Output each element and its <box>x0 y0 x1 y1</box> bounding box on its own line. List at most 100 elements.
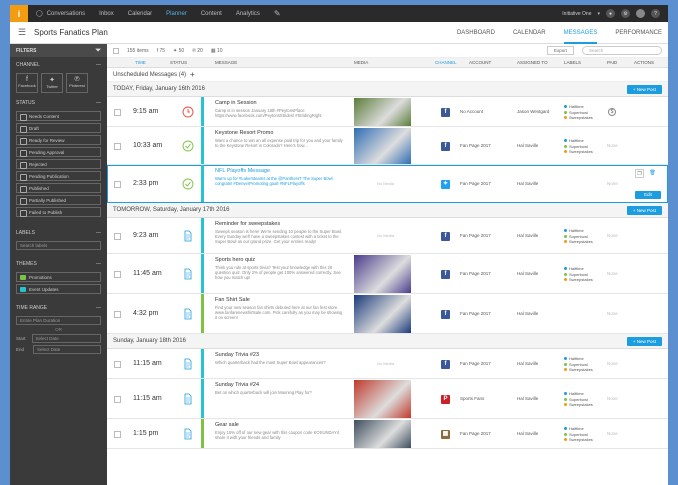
channel-pinterest[interactable]: ℗ Pinterest <box>66 73 88 93</box>
status-published[interactable]: Published <box>16 183 101 193</box>
nav-calendar[interactable]: Calendar <box>128 11 152 17</box>
row-checkbox[interactable] <box>114 232 121 240</box>
table-row[interactable]: 4:32 pm Fan Shirt Sale Find your new seaso… <box>107 294 668 334</box>
theme-event-updates[interactable]: Event Updates <box>16 284 101 294</box>
col-account[interactable]: ACCOUNT <box>469 60 491 65</box>
tab-dashboard[interactable]: DASHBOARD <box>457 22 495 44</box>
table-row[interactable]: 11:45 am Sports hero quiz Think you rule a… <box>107 254 668 294</box>
unscheduled-messages[interactable]: Unscheduled Messages (4) + <box>107 68 668 82</box>
tab-calendar[interactable]: CALENDAR <box>513 22 546 44</box>
row-checkbox[interactable] <box>114 142 121 150</box>
message-title[interactable]: Gear sale <box>215 422 239 428</box>
media-thumbnail[interactable] <box>354 380 411 418</box>
row-checkbox[interactable] <box>114 395 121 403</box>
status-pending-approval[interactable]: Pending Approval <box>16 147 101 157</box>
collapse-icon[interactable]: — <box>96 305 101 311</box>
collapse-icon[interactable]: — <box>96 230 101 236</box>
message-title[interactable]: NFL Playoffs Message <box>215 168 270 174</box>
nav-analytics[interactable]: Analytics <box>236 11 260 17</box>
message-title[interactable]: Sunday Trivia #24 <box>215 382 259 388</box>
status-rejected[interactable]: Rejected <box>16 159 101 169</box>
select-all-checkbox[interactable] <box>113 47 119 54</box>
new-post-button[interactable]: + New Post <box>626 85 662 94</box>
col-channel[interactable]: CHANNEL <box>435 60 457 65</box>
end-date-input[interactable]: Select Date <box>33 345 101 354</box>
row-checkbox[interactable] <box>114 430 121 438</box>
nav-content[interactable]: Content <box>201 11 222 17</box>
add-icon[interactable]: + <box>190 70 195 79</box>
status-needs-content[interactable]: Needs Content <box>16 111 101 121</box>
trash-icon[interactable]: 🗑 <box>648 169 657 178</box>
time-range-section[interactable]: TIME RANGE — <box>10 302 107 314</box>
compose-icon[interactable]: ✎ <box>274 9 281 18</box>
message-title[interactable]: Sunday Trivia #23 <box>215 352 259 358</box>
col-actions[interactable]: ACTIONS <box>634 60 654 65</box>
message-title[interactable]: Keystone Resort Promo <box>215 130 273 136</box>
nav-planner[interactable]: Planner <box>166 11 187 17</box>
message-title[interactable]: Reminder for sweepstakes <box>215 221 280 227</box>
status-partially-published[interactable]: Partially Published <box>16 195 101 205</box>
media-thumbnail[interactable] <box>354 255 411 293</box>
new-post-button[interactable]: + New Post <box>626 337 662 346</box>
table-row[interactable]: 11:15 am Sunday Trivia #23 Which quarterba… <box>107 349 668 379</box>
table-row[interactable]: 9:23 am Reminder for sweepstakes Sweeps se… <box>107 218 668 254</box>
row-checkbox[interactable] <box>114 108 121 116</box>
message-title[interactable]: Camp in Session <box>215 100 257 106</box>
channel-facebook[interactable]: f Facebook <box>16 73 38 93</box>
new-post-button[interactable]: + New Post <box>626 206 662 215</box>
avatar[interactable] <box>636 9 645 18</box>
message-title[interactable]: Fan Shirt Sale <box>215 297 250 303</box>
message-title[interactable]: Sports hero quiz <box>215 257 255 263</box>
tab-messages[interactable]: MESSAGES <box>563 22 598 44</box>
row-checkbox[interactable] <box>114 270 121 278</box>
col-labels[interactable]: LABELS <box>564 60 581 65</box>
col-assigned[interactable]: ASSIGNED TO <box>517 60 548 65</box>
search-input[interactable]: Search <box>582 46 662 55</box>
col-media[interactable]: MEDIA <box>354 60 368 65</box>
channel-section[interactable]: CHANNEL — <box>10 59 107 71</box>
table-row[interactable]: 2:33 pm NFL Playoffs Message Warm up for #… <box>107 165 668 203</box>
time-range-select[interactable]: Entire Plan Duration <box>16 316 101 325</box>
row-checkbox[interactable] <box>114 180 121 188</box>
edit-button[interactable]: Edit <box>635 191 661 199</box>
nav-inbox[interactable]: Inbox <box>99 11 114 17</box>
table-row[interactable]: 1:15 pm Gear sale Enjoy 15% off of our new… <box>107 419 668 449</box>
labels-search-input[interactable]: Search labels <box>16 241 101 250</box>
media-thumbnail[interactable] <box>354 128 411 164</box>
status-failed-to-publish[interactable]: Failed to Publish <box>16 207 101 217</box>
start-date-input[interactable]: Select Date <box>31 334 101 343</box>
duplicate-icon[interactable]: ❐ <box>635 169 644 178</box>
theme-promotions[interactable]: Promotions <box>16 272 101 282</box>
themes-section[interactable]: THEMES — <box>10 258 107 270</box>
menu-icon[interactable]: ☰ <box>18 27 28 38</box>
row-checkbox[interactable] <box>114 310 121 318</box>
row-checkbox[interactable] <box>114 360 121 368</box>
col-time[interactable]: TIME <box>135 60 146 65</box>
tab-performance[interactable]: PERFORMANCE <box>615 22 662 44</box>
status-pending-publication[interactable]: Pending Publication <box>16 171 101 181</box>
status-ready-for-review[interactable]: Ready for Review <box>16 135 101 145</box>
table-row[interactable]: 11:15 am Sunday Trivia #24 Bet on which qu… <box>107 379 668 419</box>
media-thumbnail[interactable] <box>354 420 411 448</box>
col-paid[interactable]: PAID <box>607 60 617 65</box>
media-thumbnail[interactable] <box>354 98 411 126</box>
collapse-icon[interactable]: — <box>96 62 101 68</box>
settings-icon[interactable]: ⚙ <box>621 9 630 18</box>
col-message[interactable]: MESSAGE <box>215 60 237 65</box>
status-draft[interactable]: Draft <box>16 123 101 133</box>
filter-icon[interactable]: ⏷ <box>95 47 101 55</box>
table-row[interactable]: 9:15 am Camp in Session Camp is in session… <box>107 97 668 127</box>
export-button[interactable]: Export <box>546 46 574 55</box>
status-section[interactable]: STATUS — <box>10 97 107 109</box>
table-row[interactable]: 10:33 am Keystone Resort Promo Want a chan… <box>107 127 668 165</box>
collapse-icon[interactable]: — <box>96 261 101 267</box>
col-status[interactable]: STATUS <box>170 60 187 65</box>
app-logo[interactable]: i <box>10 5 28 22</box>
labels-section[interactable]: LABELS — <box>10 227 107 239</box>
collapse-icon[interactable]: — <box>96 100 101 106</box>
channel-twitter[interactable]: ✦ Twitter <box>41 73 63 93</box>
help-icon[interactable]: ? <box>651 9 660 18</box>
media-thumbnail[interactable] <box>354 295 411 333</box>
workspace-selector[interactable]: Initiative One <box>562 11 591 17</box>
notification-icon[interactable]: ● <box>606 9 615 18</box>
